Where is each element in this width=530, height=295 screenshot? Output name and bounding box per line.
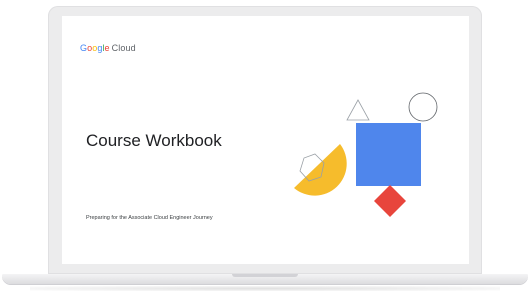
slide-screen: Google Cloud Course Workbook Preparing fo… — [62, 16, 469, 264]
triangle-outline-shape — [346, 99, 370, 121]
red-diamond-shape — [374, 185, 406, 217]
laptop-shadow — [30, 286, 500, 291]
laptop-notch — [232, 274, 298, 277]
decorative-shapes — [294, 92, 438, 217]
circle-outline-shape — [408, 92, 438, 122]
yellow-semicircle-shape — [294, 144, 347, 196]
blue-square-shape — [356, 123, 421, 186]
laptop-mockup: Google Cloud Course Workbook Preparing fo… — [0, 0, 530, 295]
